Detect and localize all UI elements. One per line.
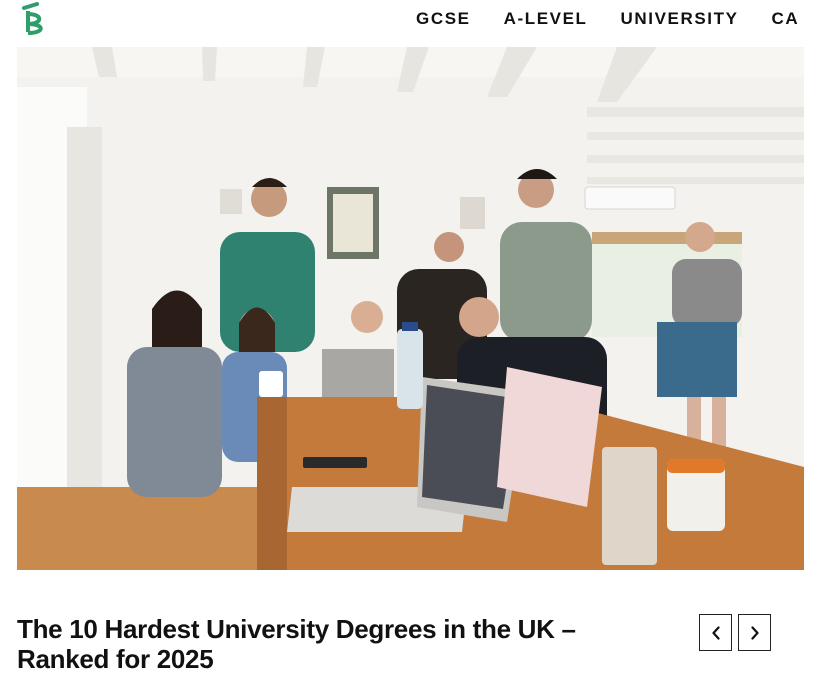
nav-item-a-level[interactable]: A-LEVEL — [504, 9, 588, 29]
brand-logo-icon — [22, 2, 43, 35]
chevron-left-icon — [711, 625, 720, 640]
carousel-next-button[interactable] — [738, 614, 771, 651]
brand-logo[interactable] — [19, 2, 49, 36]
main-nav: GCSE A-LEVEL UNIVERSITY CA — [416, 9, 828, 29]
article-title[interactable]: The 10 Hardest University Degrees in the… — [17, 614, 657, 674]
chevron-right-icon — [750, 625, 759, 640]
nav-item-university[interactable]: UNIVERSITY — [621, 9, 739, 29]
nav-item-ca[interactable]: CA — [772, 9, 800, 29]
nav-item-gcse[interactable]: GCSE — [416, 9, 471, 29]
carousel-prev-button[interactable] — [699, 614, 732, 651]
hero-image[interactable] — [17, 47, 804, 570]
top-bar: GCSE A-LEVEL UNIVERSITY CA — [0, 0, 828, 40]
